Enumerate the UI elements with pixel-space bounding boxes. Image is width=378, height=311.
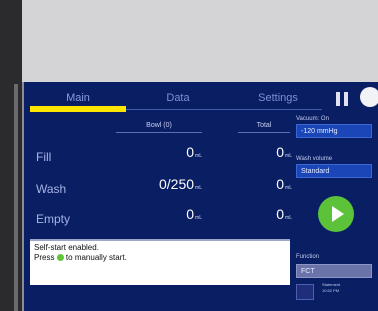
bowl-column-header: Bowl (0)	[146, 122, 172, 129]
pause-icon[interactable]	[336, 92, 350, 106]
function-select[interactable]: FCT	[296, 264, 372, 278]
bowl-header-rule	[116, 132, 202, 133]
tab-data[interactable]: Data	[128, 88, 228, 110]
empty-bowl-value: 0mL	[186, 206, 202, 222]
vacuum-select[interactable]: -120 mmHg	[296, 124, 372, 138]
vacuum-label: Vacuum: On	[296, 116, 329, 122]
device-top-panel	[22, 0, 378, 82]
device-screen: Main Data Settings Bowl (0) Total Fill 0…	[22, 82, 378, 311]
wash-bowl-value: 0/250mL	[159, 176, 202, 192]
status-readout: Statement 10:52 PM	[322, 282, 341, 293]
total-header-rule	[238, 132, 290, 133]
speaker-icon[interactable]	[296, 284, 314, 300]
bezel-edge	[14, 84, 18, 311]
status-message-box: Self-start enabled. Press to manually st…	[30, 239, 290, 285]
empty-total-value: 0mL	[276, 206, 292, 222]
total-column-header: Total	[256, 122, 272, 129]
fill-bowl-value: 0mL	[186, 144, 202, 160]
wash-total-value: 0mL	[276, 176, 292, 192]
message-line-2: Press to manually start.	[34, 253, 127, 262]
function-label: Function	[296, 254, 320, 260]
tab-settings[interactable]: Settings	[230, 88, 326, 110]
side-panel: Vacuum: On -120 mmHg Wash volume Standar…	[296, 114, 378, 304]
device-left-bezel	[0, 0, 22, 311]
wash-label: Wash	[36, 182, 67, 196]
start-button[interactable]	[318, 196, 354, 232]
active-tab-indicator	[30, 106, 126, 112]
wash-volume-label: Wash volume	[296, 156, 333, 162]
tab-divider	[126, 109, 322, 110]
empty-label: Empty	[36, 212, 71, 226]
wash-volume-select[interactable]: Standard	[296, 164, 372, 178]
fill-label: Fill	[36, 150, 52, 164]
fill-total-value: 0mL	[276, 144, 292, 160]
message-line-1: Self-start enabled.	[34, 243, 99, 252]
play-icon	[56, 254, 64, 261]
gauge-icon[interactable]	[360, 87, 378, 107]
